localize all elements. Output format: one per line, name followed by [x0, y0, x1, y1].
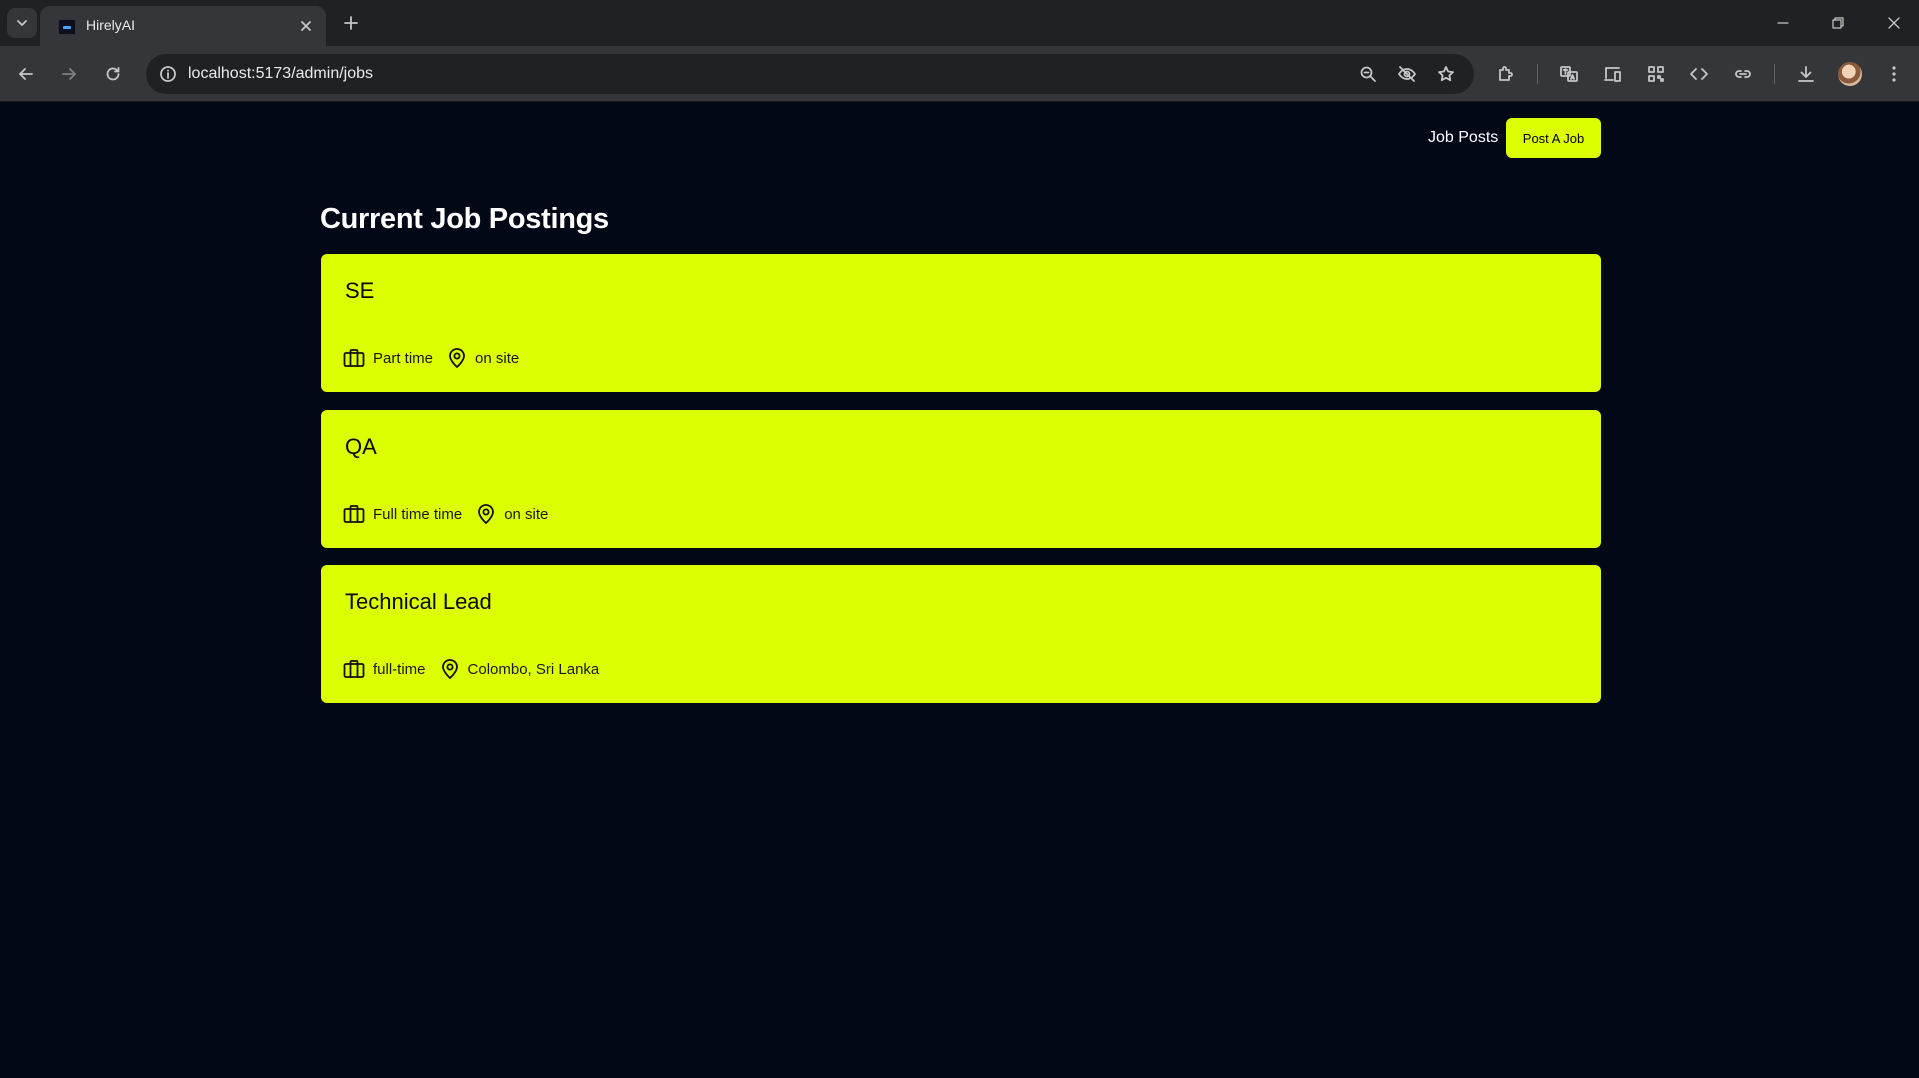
- job-meta: Full time time on site: [343, 503, 562, 525]
- nav-job-posts-link[interactable]: Job Posts: [1428, 129, 1498, 147]
- briefcase-icon: [343, 505, 365, 523]
- briefcase-icon: [343, 660, 365, 678]
- browser-menu-button[interactable]: [1878, 58, 1910, 90]
- arrow-right-icon: [62, 68, 76, 80]
- job-type: Full time time: [343, 504, 462, 524]
- toolbar-divider: [1537, 64, 1538, 84]
- copy-link-button[interactable]: [1727, 58, 1759, 90]
- job-meta: Part time on site: [343, 347, 533, 369]
- page-title: Current Job Postings: [320, 203, 609, 235]
- job-meta: full-time Colombo, Sri Lanka: [343, 658, 613, 680]
- puzzle-icon: [1499, 66, 1513, 81]
- star-icon: [1438, 66, 1454, 82]
- job-location: on site: [447, 347, 519, 369]
- tab-search-button[interactable]: [7, 8, 37, 38]
- eye-off-icon: [1398, 66, 1416, 82]
- devices-icon: [1604, 67, 1621, 82]
- tab-title: HirelyAI: [86, 17, 136, 33]
- translate-icon: [1560, 66, 1578, 82]
- page-content: Job Posts Post A Job Current Job Posting…: [0, 102, 1919, 1078]
- arrow-left-icon: [19, 68, 33, 80]
- close-icon: [1888, 17, 1900, 29]
- job-location-label: on site: [504, 505, 549, 523]
- restore-icon: [1832, 17, 1844, 29]
- back-button[interactable]: [10, 58, 42, 90]
- profile-avatar[interactable]: [1838, 62, 1862, 86]
- job-card[interactable]: QA Full time time on site: [321, 410, 1601, 548]
- job-location: on site: [476, 503, 548, 525]
- chevron-down-icon: [17, 20, 27, 26]
- download-icon: [1798, 66, 1814, 82]
- site-info-button[interactable]: [154, 60, 182, 88]
- zoom-button[interactable]: [1354, 60, 1382, 88]
- map-pin-icon: [441, 659, 458, 679]
- job-title: Technical Lead: [345, 589, 492, 614]
- close-icon: [301, 21, 311, 31]
- briefcase-icon: [343, 349, 365, 367]
- browser-tabstrip: HirelyAI: [0, 0, 1919, 46]
- job-card[interactable]: SE Part time on site: [321, 254, 1601, 392]
- post-a-job-button[interactable]: Post A Job: [1506, 118, 1601, 158]
- url-text[interactable]: localhost:5173/admin/jobs: [188, 65, 373, 83]
- favicon-icon: [58, 19, 76, 35]
- job-type-label: Full time time: [373, 505, 463, 523]
- extensions-button[interactable]: [1490, 58, 1522, 90]
- toolbar-divider: [1774, 64, 1775, 84]
- zoom-icon: [1360, 66, 1376, 82]
- forward-button[interactable]: [53, 58, 85, 90]
- job-type-label: full-time: [373, 660, 426, 678]
- job-type: Part time: [343, 348, 433, 368]
- translate-button[interactable]: [1553, 58, 1585, 90]
- map-pin-icon: [478, 504, 495, 524]
- link-icon: [1735, 70, 1751, 78]
- qr-code-icon: [1648, 66, 1664, 82]
- cast-button[interactable]: [1597, 58, 1629, 90]
- browser-tab-active[interactable]: HirelyAI: [40, 6, 326, 46]
- job-card[interactable]: Technical Lead full-time Colombo, Sri La…: [321, 565, 1601, 703]
- tab-close-button[interactable]: [296, 16, 316, 36]
- job-title: QA: [345, 434, 377, 459]
- reload-button[interactable]: [97, 58, 129, 90]
- info-icon: [160, 66, 176, 82]
- bookmark-button[interactable]: [1432, 60, 1460, 88]
- minimize-button[interactable]: [1755, 0, 1811, 46]
- browser-toolbar: localhost:5173/admin/jobs: [0, 46, 1919, 102]
- qr-code-button[interactable]: [1640, 58, 1672, 90]
- minimize-icon: [1777, 22, 1789, 24]
- job-location-label: on site: [475, 349, 520, 367]
- reload-icon: [106, 67, 120, 81]
- job-location-label: Colombo, Sri Lanka: [467, 660, 600, 678]
- window-close-button[interactable]: [1866, 0, 1919, 46]
- map-pin-icon: [449, 348, 465, 368]
- job-location: Colombo, Sri Lanka: [440, 658, 600, 680]
- devtools-button[interactable]: [1683, 58, 1715, 90]
- address-bar[interactable]: localhost:5173/admin/jobs: [146, 54, 1474, 94]
- job-title: SE: [345, 278, 375, 303]
- downloads-button[interactable]: [1790, 58, 1822, 90]
- code-icon: [1690, 68, 1708, 80]
- restore-button[interactable]: [1810, 0, 1866, 46]
- new-tab-button[interactable]: [336, 8, 366, 38]
- more-vertical-icon: [1892, 66, 1896, 82]
- plus-icon: [344, 16, 358, 30]
- job-type-label: Part time: [373, 349, 434, 367]
- tracking-protection-button[interactable]: [1393, 60, 1421, 88]
- job-type: full-time: [343, 659, 426, 679]
